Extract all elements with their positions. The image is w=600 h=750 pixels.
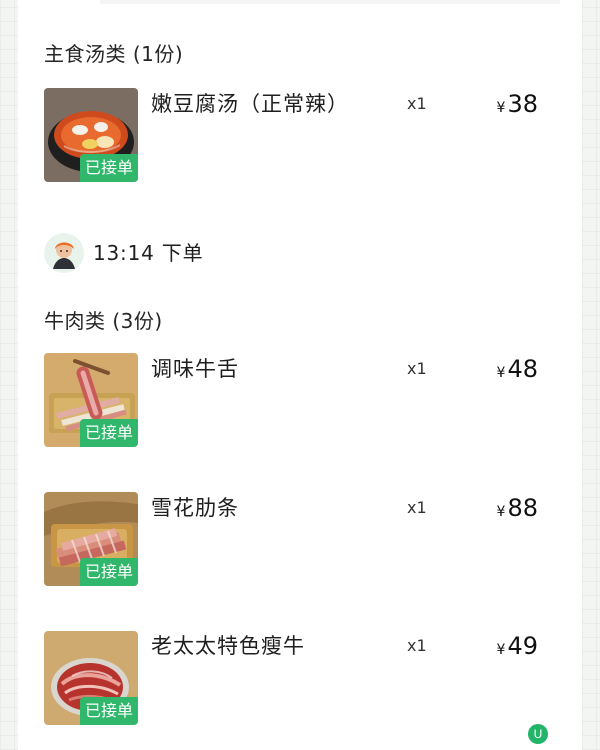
currency-symbol: ¥ (496, 504, 506, 520)
order-detail-screen: 主食汤类 (1份) 已接单 嫩豆腐汤（正常辣） x1 ¥38 13:14 下单 … (0, 0, 600, 750)
price-value: 88 (507, 494, 538, 522)
item-price-lean-beef: ¥49 (497, 632, 538, 664)
item-image-tofu-soup[interactable]: 已接单 (44, 88, 138, 182)
item-qty-beef-tongue: x1 (407, 359, 427, 378)
currency-symbol: ¥ (496, 365, 506, 381)
u-circle-icon[interactable]: U (528, 724, 548, 744)
item-price-tofu-soup: ¥38 (497, 90, 538, 122)
item-price-marbled-ribs: ¥88 (497, 494, 538, 526)
item-price-beef-tongue: ¥48 (497, 355, 538, 387)
price-value: 49 (507, 632, 538, 660)
item-image-lean-beef[interactable]: 已接单 (44, 631, 138, 725)
user-avatar-icon (44, 233, 84, 273)
section-title-beef: 牛肉类 (3份) (44, 309, 163, 333)
order-time-label: 13:14 下单 (93, 241, 204, 265)
item-name-lean-beef[interactable]: 老太太特色瘦牛 (151, 634, 305, 658)
item-qty-tofu-soup: x1 (407, 94, 427, 113)
item-image-beef-tongue[interactable]: 已接单 (44, 353, 138, 447)
status-badge: 已接单 (80, 697, 138, 725)
item-qty-lean-beef: x1 (407, 636, 427, 655)
u-icon-label: U (534, 727, 543, 741)
order-time-row: 13:14 下单 (44, 233, 203, 273)
status-badge: 已接单 (80, 419, 138, 447)
decorative-right-border (582, 0, 600, 750)
price-value: 38 (507, 90, 538, 118)
item-image-marbled-ribs[interactable]: 已接单 (44, 492, 138, 586)
price-value: 48 (507, 355, 538, 383)
status-badge: 已接单 (80, 558, 138, 586)
section-title-soup: 主食汤类 (1份) (44, 42, 184, 66)
status-badge: 已接单 (80, 154, 138, 182)
order-items-panel: 主食汤类 (1份) 已接单 嫩豆腐汤（正常辣） x1 ¥38 13:14 下单 … (18, 0, 582, 750)
item-name-beef-tongue[interactable]: 调味牛舌 (151, 357, 239, 381)
top-divider (100, 0, 560, 4)
item-name-tofu-soup[interactable]: 嫩豆腐汤（正常辣） (151, 92, 349, 116)
currency-symbol: ¥ (496, 100, 506, 116)
decorative-left-border (0, 0, 18, 750)
item-name-marbled-ribs[interactable]: 雪花肋条 (151, 496, 239, 520)
item-qty-marbled-ribs: x1 (407, 498, 427, 517)
currency-symbol: ¥ (496, 642, 506, 658)
